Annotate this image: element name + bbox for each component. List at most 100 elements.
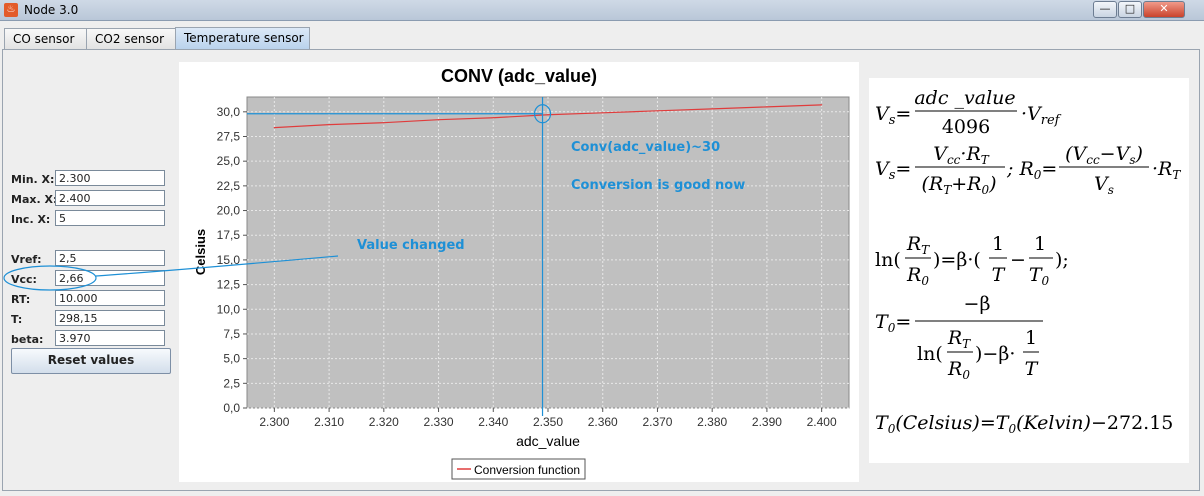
conversion-good-annotation: Conversion is good now	[571, 178, 745, 193]
svg-text:);: );	[1055, 249, 1069, 271]
svg-text:Vcc·RT: Vcc·RT	[933, 143, 990, 167]
svg-text:1: 1	[1025, 327, 1037, 349]
svg-text:1: 1	[1034, 233, 1046, 255]
legend: Conversion function	[451, 458, 586, 480]
y-axis-label: Celsius	[193, 229, 208, 275]
svg-text:4096: 4096	[942, 116, 990, 138]
window-title: Node 3.0	[24, 3, 79, 17]
data-point	[547, 114, 549, 116]
data-point	[656, 110, 659, 112]
svg-text:Vs: Vs	[1094, 173, 1114, 197]
svg-text:−: −	[1010, 249, 1026, 271]
y-tick-label: 5,0	[223, 352, 240, 366]
x-tick-label: 2.330	[424, 415, 454, 429]
svg-text:T0: T0	[1029, 264, 1050, 288]
inc-x-label: Inc. X:	[11, 213, 51, 226]
close-button[interactable]: ✕	[1143, 1, 1185, 18]
x-tick-label: 2.310	[314, 415, 344, 429]
t-label: T:	[11, 313, 23, 326]
formula-t0: T0= −β ln( RT R0 )−β· 1 T	[875, 293, 1043, 382]
svg-text:ln(: ln(	[875, 249, 901, 271]
x-tick-label: 2.320	[369, 415, 399, 429]
java-app-icon: ♨	[4, 3, 18, 17]
y-tick-label: 27,5	[217, 129, 241, 143]
legend-label: Conversion function	[474, 463, 580, 477]
formula-ln-ratio: ln( RT R0 )=β·( 1 T − 1 T0 );	[875, 233, 1069, 288]
tab-temperature-sensor[interactable]: Temperature sensor	[175, 27, 310, 50]
data-point	[328, 124, 330, 126]
formula-panel: Vs= adc _value 4096 ·Vref Vs= Vcc·RT (RT…	[869, 78, 1189, 463]
y-tick-label: 0,0	[223, 401, 240, 415]
y-tick-label: 17,5	[217, 228, 241, 242]
conversion-chart-panel: CONV (adc_value) 0,0 2,5 5,0 7,5 10,0 12,5 15,…	[179, 62, 859, 482]
max-x-label: Max. X:	[11, 193, 58, 206]
temperature-sensor-panel: Min. X: 2.300 Max. X: 2.400 Inc. X: 5 Vr…	[2, 49, 1200, 491]
formula-vs-divider: Vs= Vcc·RT (RT+R0) ; R0= (Vcc−Vs) Vs ·RT	[875, 143, 1181, 197]
t-input[interactable]: 298,15	[55, 310, 165, 326]
formula-vs-adc: Vs= adc _value 4096 ·Vref	[875, 87, 1062, 138]
svg-text:Vs=: Vs=	[875, 158, 911, 183]
data-point	[602, 112, 604, 114]
svg-text:T0(Celsius)=T0(Kelvin)−272.15: T0(Celsius)=T0(Kelvin)−272.15	[875, 412, 1173, 436]
svg-text:; R0=: ; R0=	[1006, 158, 1057, 182]
beta-label: beta:	[11, 333, 44, 346]
vref-label: Vref:	[11, 253, 42, 266]
tab-co2-sensor[interactable]: CO2 sensor	[86, 28, 176, 49]
reset-values-button[interactable]: Reset values	[11, 348, 171, 374]
window-titlebar: ♨ Node 3.0 — □ ✕	[0, 0, 1204, 21]
svg-text:1: 1	[992, 233, 1004, 255]
svg-text:Vs=: Vs=	[875, 103, 911, 128]
svg-text:·RT: ·RT	[1152, 158, 1181, 182]
min-x-input[interactable]: 2.300	[55, 170, 165, 186]
data-point	[273, 127, 275, 129]
chart-title: CONV (adc_value)	[441, 66, 597, 86]
y-tick-label: 22,5	[217, 179, 241, 193]
svg-text:adc _value: adc _value	[914, 87, 1015, 109]
x-tick-label: 2.350	[533, 415, 563, 429]
y-tick-label: 20,0	[217, 204, 241, 218]
svg-text:R0: R0	[947, 358, 970, 382]
minimize-button[interactable]: —	[1093, 1, 1117, 18]
x-axis-label: adc_value	[516, 433, 580, 449]
data-point	[821, 104, 823, 106]
beta-input[interactable]: 3.970	[55, 330, 165, 346]
x-tick-label: 2.380	[697, 415, 727, 429]
y-tick-label: 15,0	[217, 253, 241, 267]
vref-input[interactable]: 2,5	[55, 250, 165, 266]
y-tick-label: 10,0	[217, 302, 241, 316]
svg-text:T0=: T0=	[875, 311, 911, 335]
y-tick-label: 7,5	[223, 327, 240, 341]
data-point	[711, 108, 713, 110]
y-tick-label: 25,0	[217, 154, 241, 168]
svg-text:T: T	[992, 264, 1006, 286]
svg-text:)−β·: )−β·	[975, 343, 1015, 365]
data-point	[492, 117, 494, 119]
max-x-input[interactable]: 2.400	[55, 190, 165, 206]
svg-text:R0: R0	[906, 264, 929, 288]
y-tick-label: 12,5	[217, 278, 241, 292]
svg-text:T: T	[1025, 358, 1039, 380]
svg-text:·Vref: ·Vref	[1021, 103, 1062, 128]
y-axis-ticks: 0,0 2,5 5,0 7,5 10,0 12,5 15,0 17,5 20,0 22,5 25,0…	[217, 105, 247, 415]
x-tick-label: 2.390	[752, 415, 782, 429]
value-changed-annotation: Value changed	[357, 238, 465, 253]
svg-text:(Vcc−Vs): (Vcc−Vs)	[1065, 143, 1143, 167]
x-tick-label: 2.340	[478, 415, 508, 429]
conv-annotation: Conv(adc_value)~30	[571, 140, 720, 155]
rt-input[interactable]: 10.000	[55, 290, 165, 306]
svg-text:RT: RT	[906, 233, 930, 257]
y-tick-label: 2,5	[223, 376, 240, 390]
maximize-button[interactable]: □	[1118, 1, 1142, 18]
tab-co-sensor[interactable]: CO sensor	[4, 28, 87, 49]
x-tick-label: 2.300	[259, 415, 289, 429]
x-tick-label: 2.370	[642, 415, 672, 429]
svg-text:ln(: ln(	[917, 343, 943, 365]
rt-label: RT:	[11, 293, 31, 306]
data-point	[766, 106, 768, 108]
x-axis-ticks: 2.300 2.310 2.320 2.330 2.340 2.350 2.360 2.370…	[259, 408, 837, 429]
vcc-input[interactable]: 2,66	[55, 270, 165, 286]
inc-x-input[interactable]: 5	[55, 210, 165, 226]
x-tick-label: 2.360	[588, 415, 618, 429]
vcc-label: Vcc:	[11, 273, 37, 286]
svg-text:−β: −β	[964, 293, 991, 315]
